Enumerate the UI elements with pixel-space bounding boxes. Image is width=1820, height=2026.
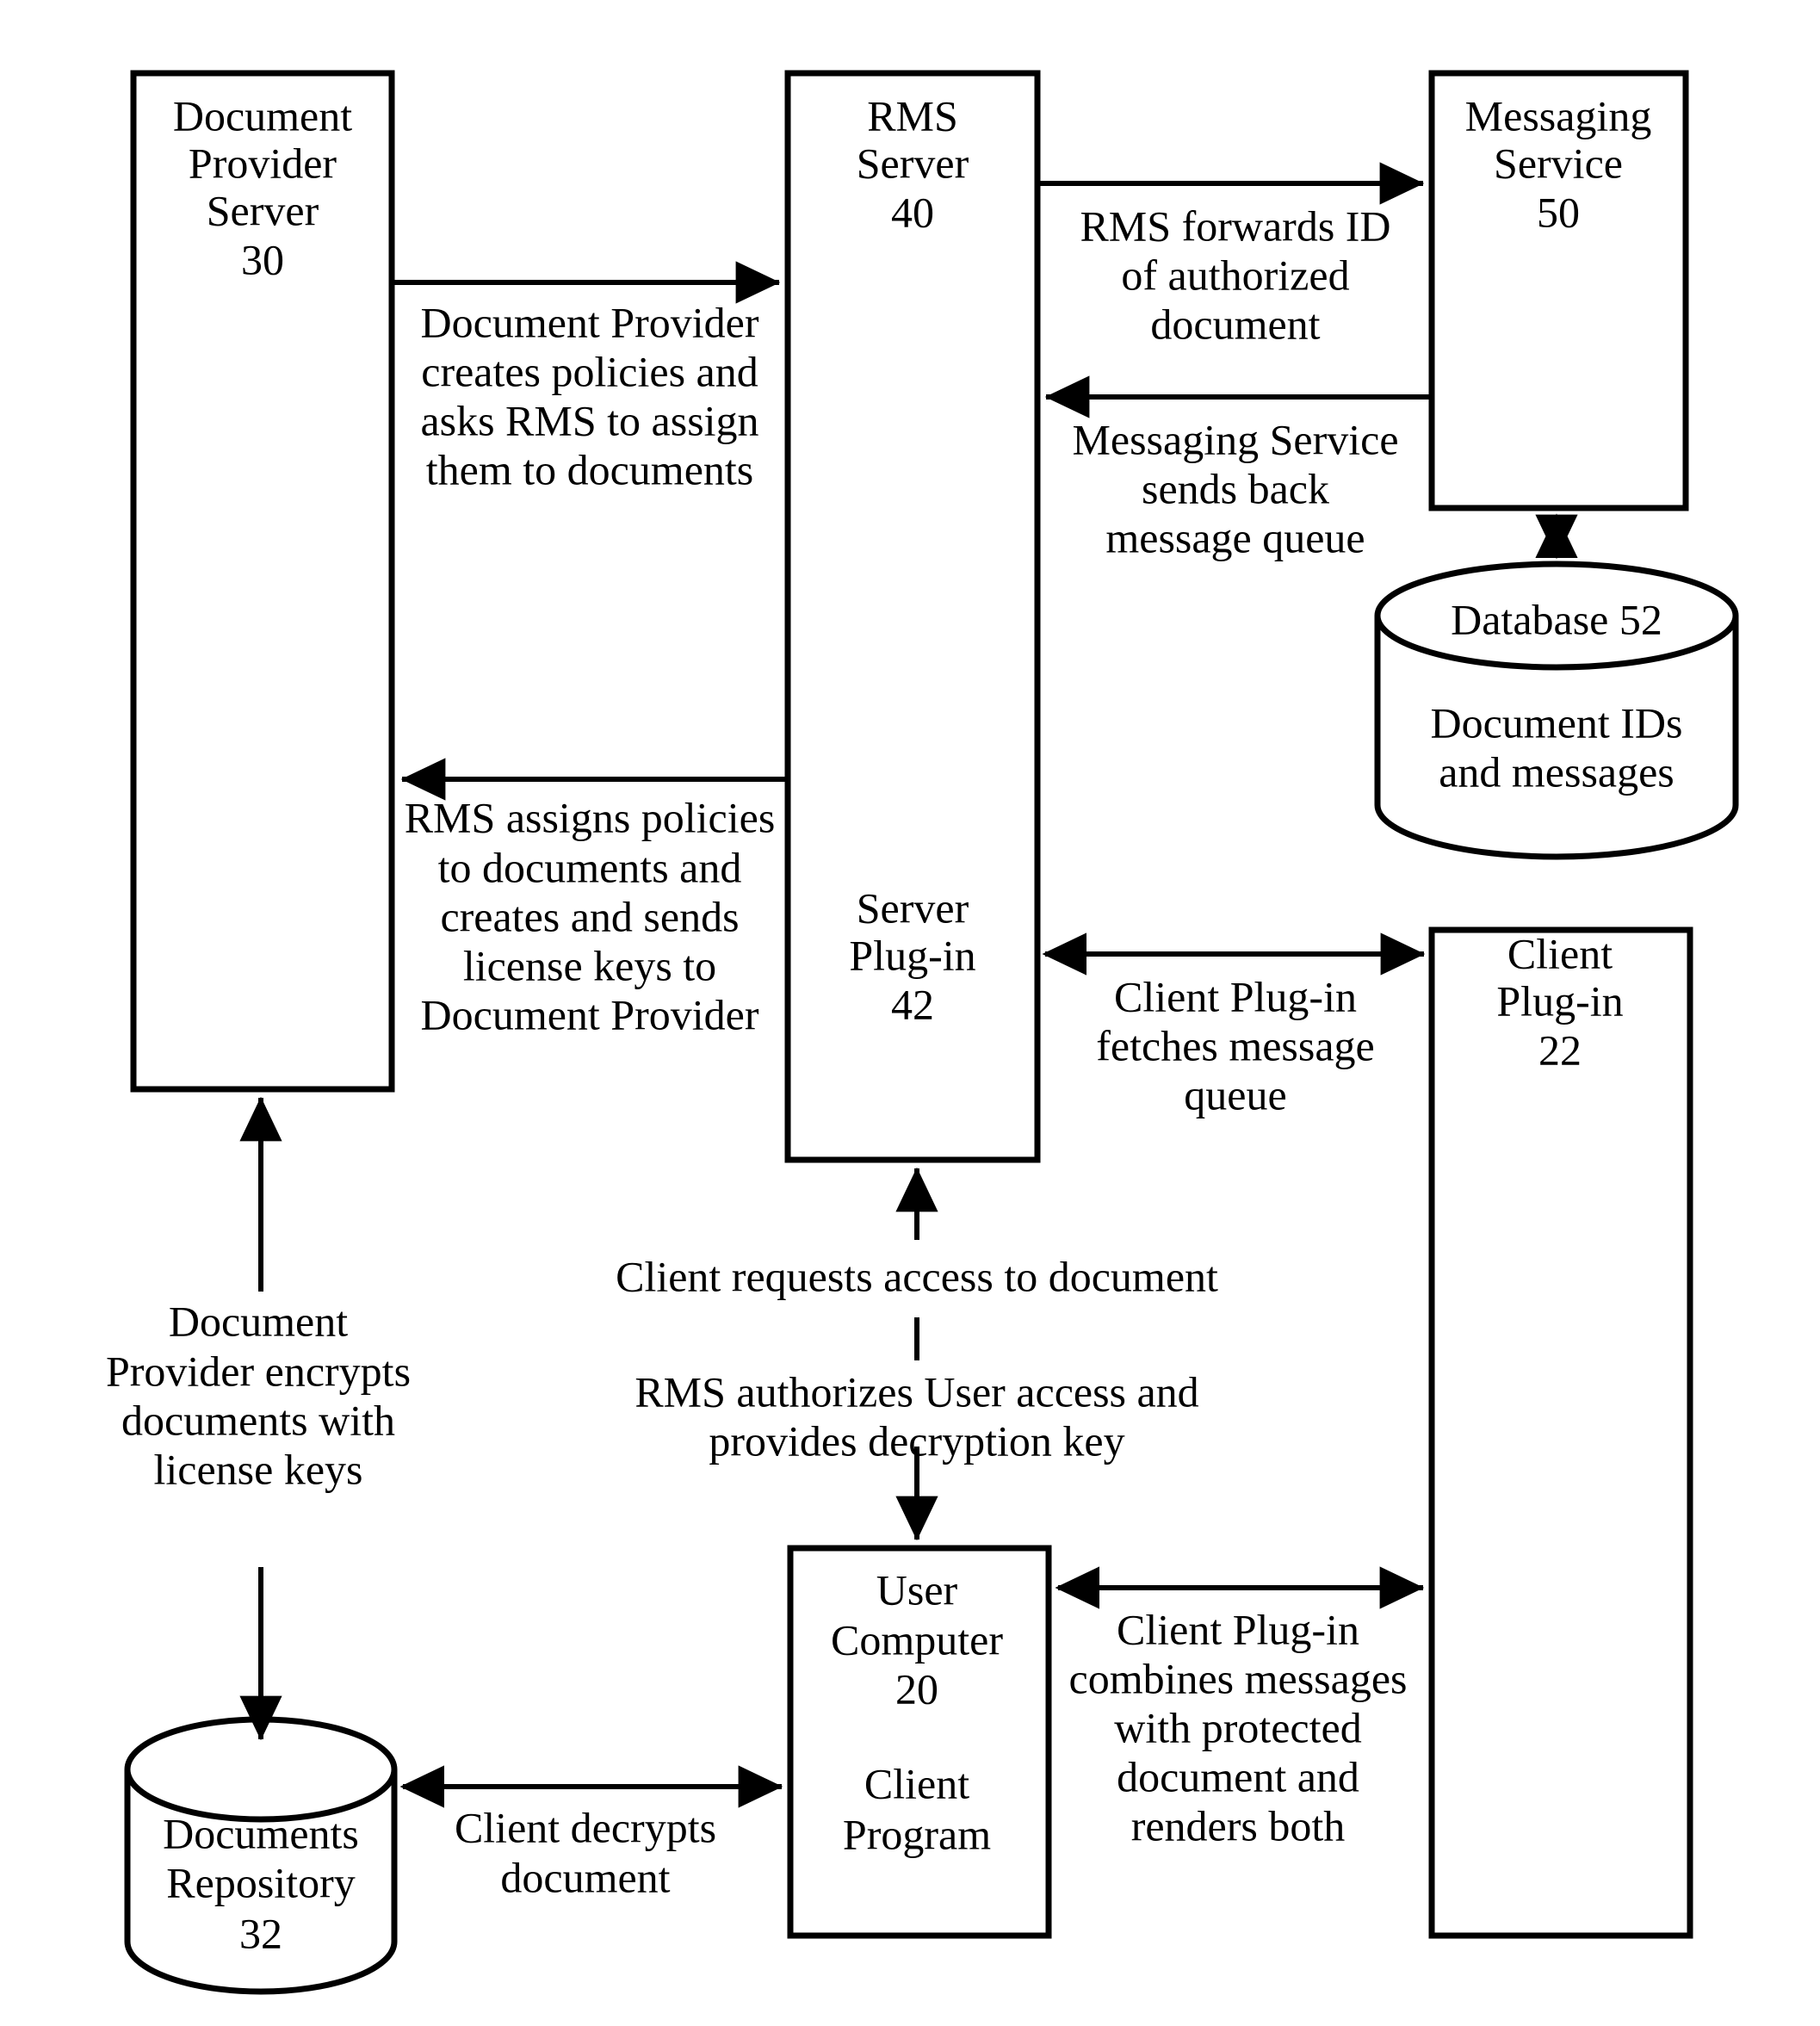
label-rms-server-line1: RMS bbox=[867, 91, 958, 139]
label-rms-to-messaging-line3: document bbox=[1150, 300, 1320, 348]
label-rms-server-line2: Server bbox=[857, 139, 969, 187]
label-client-plugin-line1: Client bbox=[1507, 929, 1613, 977]
label-clientplugin-to-serverplugin-line1: Client Plug-in bbox=[1114, 972, 1357, 1020]
label-clientplugin-to-serverplugin-line3: queue bbox=[1184, 1070, 1286, 1118]
label-messaging-service-ref: 50 bbox=[1537, 188, 1580, 236]
label-database-line2: and messages bbox=[1439, 747, 1675, 796]
label-rms-server-ref: 40 bbox=[891, 188, 934, 236]
label-provider-encrypts-line3: documents with bbox=[121, 1396, 395, 1444]
label-documents-repository-line1: Documents bbox=[163, 1809, 359, 1857]
label-user-computer-line1: User bbox=[876, 1565, 958, 1614]
label-server-plugin-line2: Plug-in bbox=[849, 931, 975, 979]
label-messaging-to-rms-line2: sends back bbox=[1142, 464, 1329, 512]
label-user-computer-line2: Computer bbox=[831, 1615, 1003, 1664]
label-clientplugin-to-usercomputer-line2: combines messages bbox=[1069, 1654, 1408, 1702]
label-database-line1: Document IDs bbox=[1431, 698, 1683, 747]
label-rms-to-provider-line4: license keys to bbox=[463, 941, 716, 989]
architecture-diagram: Document Provider Server 30 RMS Server 4… bbox=[106, 70, 1739, 1995]
label-rms-authorizes-line1: RMS authorizes User access and bbox=[635, 1367, 1198, 1416]
label-server-plugin-ref: 42 bbox=[891, 980, 934, 1028]
label-client-program-line2: Program bbox=[843, 1810, 991, 1858]
label-provider-encrypts-line4: license keys bbox=[154, 1445, 363, 1493]
label-document-provider-server-line1: Document bbox=[173, 91, 352, 139]
label-client-program-line1: Client bbox=[864, 1759, 969, 1807]
label-rms-to-provider-line1: RMS assigns policies bbox=[405, 793, 776, 841]
label-provider-to-rms-line2: creates policies and bbox=[421, 347, 758, 395]
label-rms-to-provider-line5: Document Provider bbox=[421, 990, 759, 1038]
label-provider-encrypts-line2: Provider encrypts bbox=[106, 1347, 411, 1395]
label-messaging-to-rms-line1: Messaging Service bbox=[1072, 415, 1398, 463]
label-document-provider-server-line3: Server bbox=[207, 186, 319, 234]
label-rms-to-provider-line2: to documents and bbox=[438, 843, 742, 891]
label-messaging-to-rms-line3: message queue bbox=[1105, 513, 1365, 561]
label-messaging-service-line1: Messaging bbox=[1465, 91, 1652, 139]
label-document-provider-server-line2: Provider bbox=[189, 139, 337, 187]
label-rms-to-messaging-line1: RMS forwards ID bbox=[1080, 201, 1390, 250]
label-messaging-service-line2: Service bbox=[1494, 139, 1623, 187]
label-documents-repository-ref: 32 bbox=[239, 1909, 282, 1957]
label-repository-to-usercomputer-line1: Client decrypts bbox=[455, 1803, 716, 1851]
label-rms-authorizes-line2: provides decryption key bbox=[709, 1416, 1124, 1465]
label-clientplugin-to-usercomputer-line4: document and bbox=[1117, 1752, 1359, 1800]
label-provider-to-rms-line3: asks RMS to assign bbox=[420, 396, 758, 444]
label-rms-to-provider-line3: creates and sends bbox=[440, 892, 739, 940]
label-repository-to-usercomputer-line2: document bbox=[500, 1853, 670, 1901]
diagram-canvas: Document Provider Server 30 RMS Server 4… bbox=[0, 0, 1820, 2026]
label-provider-to-rms-line1: Document Provider bbox=[421, 298, 759, 346]
label-client-plugin-line2: Plug-in bbox=[1496, 976, 1623, 1025]
node-client-plugin[interactable] bbox=[1428, 926, 1693, 1939]
label-client-plugin-ref: 22 bbox=[1538, 1025, 1582, 1074]
label-client-requests-access: Client requests access to document bbox=[616, 1252, 1218, 1300]
label-document-provider-server-ref: 30 bbox=[241, 235, 284, 283]
label-database-title: Database 52 bbox=[1451, 595, 1662, 643]
label-documents-repository-line2: Repository bbox=[166, 1858, 355, 1906]
label-clientplugin-to-usercomputer-line3: with protected bbox=[1114, 1703, 1361, 1751]
label-clientplugin-to-usercomputer-line1: Client Plug-in bbox=[1117, 1605, 1359, 1653]
label-rms-to-messaging-line2: of authorized bbox=[1121, 251, 1349, 299]
label-server-plugin-line1: Server bbox=[857, 883, 969, 932]
label-user-computer-ref: 20 bbox=[895, 1664, 938, 1713]
label-provider-encrypts-line1: Document bbox=[169, 1297, 348, 1345]
label-clientplugin-to-serverplugin-line2: fetches message bbox=[1096, 1021, 1374, 1069]
label-provider-to-rms-line4: them to documents bbox=[426, 445, 754, 493]
label-clientplugin-to-usercomputer-line5: renders both bbox=[1131, 1801, 1346, 1849]
